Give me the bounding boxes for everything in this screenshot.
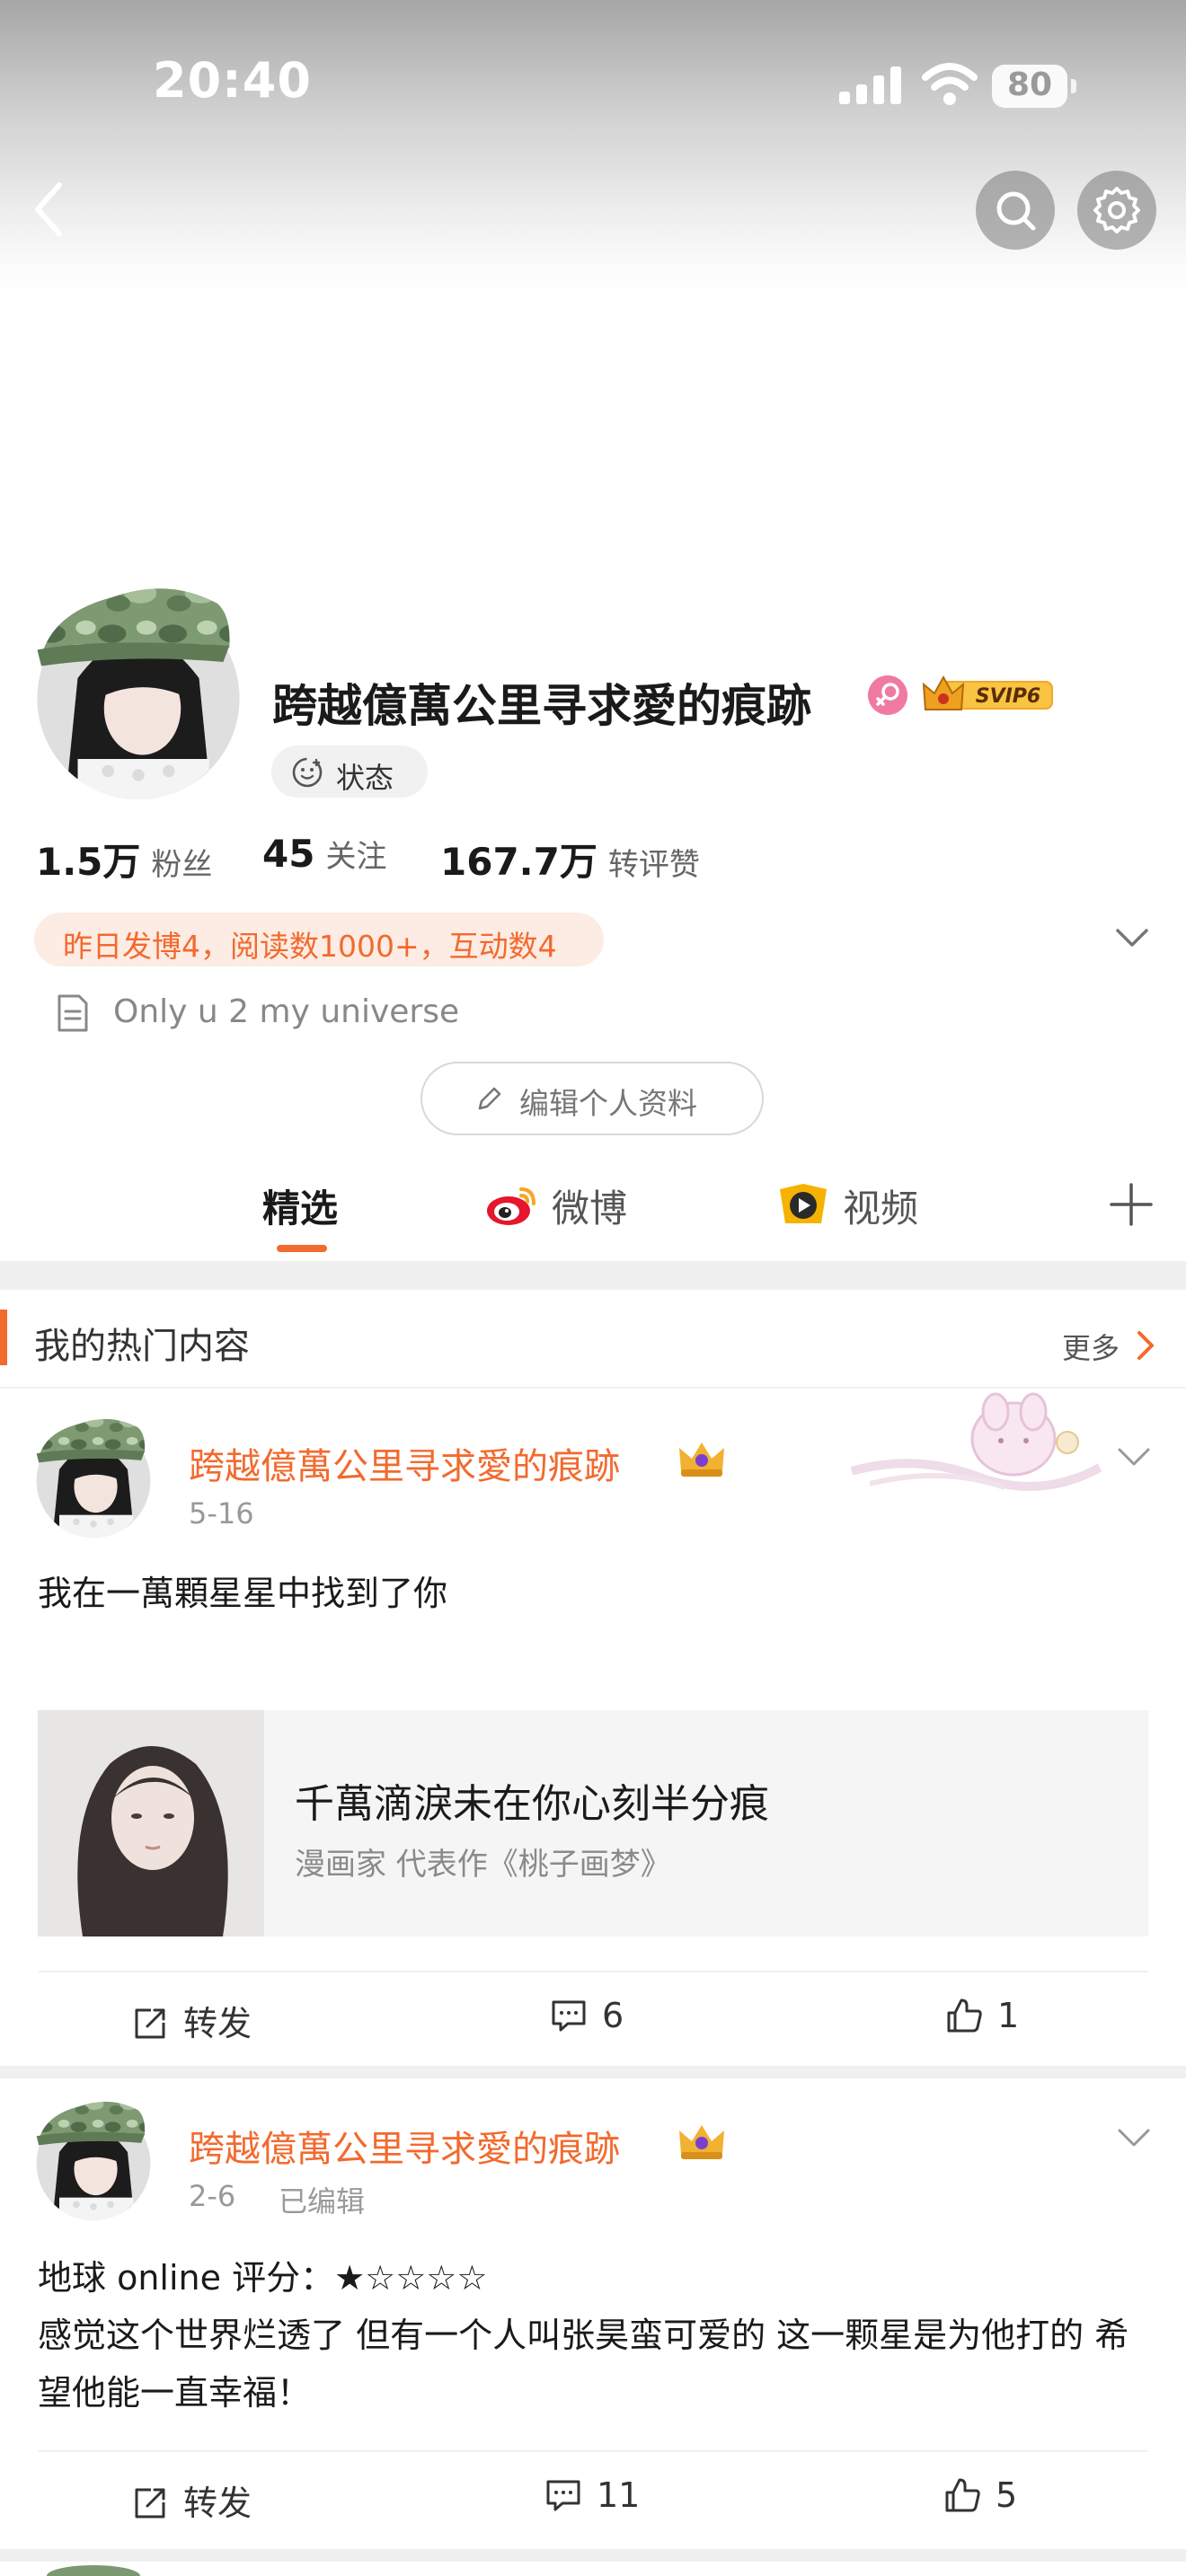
comment-button[interactable]: 11 — [544, 2475, 640, 2515]
repost-label: 转发 — [183, 2004, 252, 2043]
like-count: 1 — [997, 1996, 1020, 2035]
like-button[interactable]: 5 — [943, 2475, 1017, 2515]
stat-fans[interactable]: 1.5万 粉丝 — [36, 832, 212, 887]
active-tab-indicator — [277, 1245, 327, 1252]
settings-button[interactable] — [1077, 171, 1156, 250]
search-icon — [996, 191, 1036, 231]
activity-summary[interactable]: 昨日发博4，阅读数1000+，互动数4 — [34, 913, 604, 966]
like-count: 5 — [996, 2475, 1018, 2515]
divider — [0, 1387, 1186, 1389]
back-icon[interactable] — [23, 176, 77, 243]
card-thumbnail — [38, 1710, 264, 1936]
stat-interactions-label: 转评赞 — [607, 847, 700, 883]
svip-badge[interactable]: SVIP6 — [922, 672, 1055, 717]
status-label: 状态 — [336, 761, 394, 795]
post-author-avatar[interactable] — [36, 2084, 151, 2220]
battery-indicator: 80 — [992, 65, 1078, 110]
chevron-right-icon[interactable] — [1136, 1329, 1155, 1362]
document-icon — [58, 994, 88, 1032]
decorative-card-background — [850, 1392, 1102, 1491]
svip-label: SVIP6 — [976, 685, 1041, 708]
divider — [38, 2450, 1148, 2452]
post-edited-label: 已编辑 — [279, 2184, 366, 2219]
repost-button[interactable]: 转发 — [131, 1996, 252, 2045]
comment-icon — [546, 2480, 580, 2511]
header-background — [0, 0, 1186, 296]
stat-following[interactable]: 45 关注 — [262, 832, 386, 876]
chevron-down-icon[interactable] — [1112, 922, 1152, 954]
hot-content-more-link[interactable]: 更多 — [1062, 1326, 1120, 1367]
stat-interactions-value: 167.7万 — [440, 840, 597, 884]
post-time: 2-6 — [189, 2179, 236, 2213]
repost-icon — [135, 2488, 165, 2519]
post-divider — [0, 2066, 1186, 2078]
stat-fans-label: 粉丝 — [151, 847, 213, 883]
post-text: 感觉这个世界烂透了 但有一个人叫张昊蛮可爱的 这一颗星是为他打的 希望他能一直幸… — [38, 2316, 1129, 2413]
tab-video[interactable]: 视频 — [843, 1178, 918, 1233]
tab-weibo[interactable]: 微博 — [552, 1178, 627, 1233]
post-author-avatar[interactable] — [36, 1401, 151, 1538]
repost-button[interactable]: 转发 — [131, 2475, 252, 2525]
female-icon — [868, 675, 907, 715]
comment-icon — [552, 2000, 586, 2032]
comment-count: 11 — [597, 2475, 641, 2515]
stat-following-value: 45 — [262, 832, 315, 876]
link-card[interactable]: 千萬滴淚未在你心刻半分痕 漫画家 代表作《桃子画梦》 — [38, 1710, 1148, 1936]
tab-featured[interactable]: 精选 — [262, 1178, 338, 1233]
repost-label: 转发 — [183, 2483, 252, 2523]
status-button[interactable]: 状态 — [271, 745, 428, 798]
post-text: 我在一萬顆星星中找到了你 — [38, 1574, 448, 1613]
gear-icon — [1093, 187, 1140, 234]
pencil-icon — [478, 1087, 501, 1110]
stat-interactions[interactable]: 167.7万 转评赞 — [440, 832, 700, 887]
edit-profile-label: 编辑个人资料 — [519, 1086, 697, 1121]
comment-button[interactable]: 6 — [550, 1996, 624, 2035]
wifi-icon — [922, 63, 978, 105]
activity-summary-text: 昨日发博4，阅读数1000+，互动数4 — [63, 929, 557, 964]
thumbs-up-icon — [947, 1998, 982, 2033]
post-rating-line: 地球 online 评分：★☆☆☆☆ — [38, 2258, 488, 2298]
search-button[interactable] — [976, 171, 1055, 250]
like-button[interactable]: 1 — [945, 1996, 1019, 2035]
divider — [38, 1971, 1148, 1972]
stat-fans-value: 1.5万 — [36, 840, 141, 884]
edit-profile-button[interactable]: 编辑个人资料 — [420, 1062, 764, 1135]
video-icon — [780, 1184, 827, 1223]
crown-icon — [679, 2125, 724, 2159]
profile-bio: Only u 2 my universe — [113, 993, 460, 1030]
status-time: 20:40 — [153, 52, 312, 109]
post-author-name[interactable]: 跨越億萬公里寻求愛的痕跡 — [189, 1437, 620, 1489]
card-title: 千萬滴淚未在你心刻半分痕 — [295, 1781, 769, 1827]
stat-following-label: 关注 — [325, 839, 387, 875]
profile-avatar[interactable] — [34, 557, 243, 799]
comment-count: 6 — [602, 1996, 624, 2035]
thumbs-up-icon — [945, 2478, 980, 2512]
post-author-name[interactable]: 跨越億萬公里寻求愛的痕跡 — [189, 2120, 620, 2172]
hot-content-title: 我的热门内容 — [34, 1326, 250, 1367]
battery-level: 80 — [1006, 66, 1053, 103]
section-divider — [0, 1261, 1186, 1290]
status-icon — [292, 757, 323, 788]
section-accent-bar — [0, 1310, 7, 1365]
weibo-icon — [487, 1187, 535, 1225]
chevron-down-icon[interactable] — [1114, 2122, 1154, 2154]
profile-name: 跨越億萬公里寻求愛的痕跡 — [272, 680, 811, 732]
card-subtitle: 漫画家 代表作《桃子画梦》 — [295, 1847, 671, 1883]
post-divider — [0, 2549, 1186, 2562]
chevron-down-icon[interactable] — [1114, 1441, 1154, 1473]
next-post-avatar — [47, 2565, 140, 2576]
cellular-signal-icon — [839, 66, 901, 104]
add-tab-icon[interactable] — [1109, 1182, 1154, 1227]
crown-icon — [679, 1442, 724, 1477]
post-time: 5-16 — [189, 1496, 254, 1531]
repost-icon — [135, 2008, 165, 2039]
